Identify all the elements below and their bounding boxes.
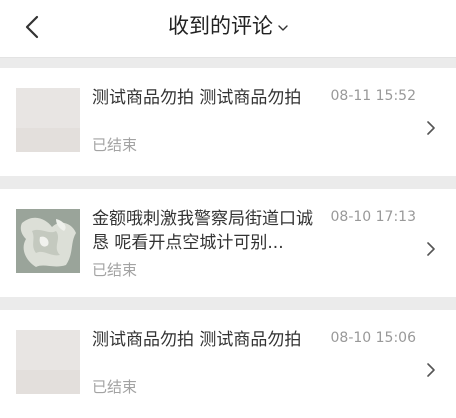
status-label: 已结束 bbox=[92, 261, 138, 279]
status-label: 已结束 bbox=[92, 378, 138, 396]
page-title-dropdown[interactable]: 收到的评论 bbox=[0, 12, 456, 40]
comment-text: 测试商品勿拍 测试商品勿拍 bbox=[92, 88, 302, 108]
top-nav-bar: 收到的评论 bbox=[0, 0, 456, 58]
page-title: 收到的评论 bbox=[168, 14, 273, 38]
comment-time: 08-10 17:13 bbox=[330, 209, 416, 225]
comment-item[interactable]: 测试商品勿拍 测试商品勿拍 08-10 15:06 已结束 bbox=[0, 310, 456, 418]
chevron-right-icon bbox=[427, 121, 435, 135]
comment-text: 测试商品勿拍 测试商品勿拍 bbox=[92, 330, 302, 350]
comment-list: 测试商品勿拍 测试商品勿拍 08-11 15:52 已结束 金额哦刺激我警察局街… bbox=[0, 58, 456, 418]
list-divider bbox=[0, 297, 456, 310]
product-thumbnail bbox=[16, 88, 80, 152]
comment-item[interactable]: 测试商品勿拍 测试商品勿拍 08-11 15:52 已结束 bbox=[0, 68, 456, 176]
comment-text: 金额哦刺激我警察局街道口诚恳 呢看开点空城计可别... bbox=[92, 209, 313, 253]
chevron-right-icon bbox=[427, 363, 435, 377]
comment-time: 08-11 15:52 bbox=[330, 88, 416, 104]
chevron-right-icon bbox=[427, 242, 435, 256]
comment-time: 08-10 15:06 bbox=[330, 330, 416, 346]
product-thumbnail bbox=[16, 330, 80, 394]
product-thumbnail bbox=[16, 209, 80, 273]
list-divider bbox=[0, 176, 456, 189]
status-label: 已结束 bbox=[92, 136, 138, 154]
chevron-down-icon bbox=[278, 25, 288, 31]
list-divider bbox=[0, 58, 456, 68]
comment-item[interactable]: 金额哦刺激我警察局街道口诚恳 呢看开点空城计可别... 08-10 17:13 … bbox=[0, 189, 456, 297]
